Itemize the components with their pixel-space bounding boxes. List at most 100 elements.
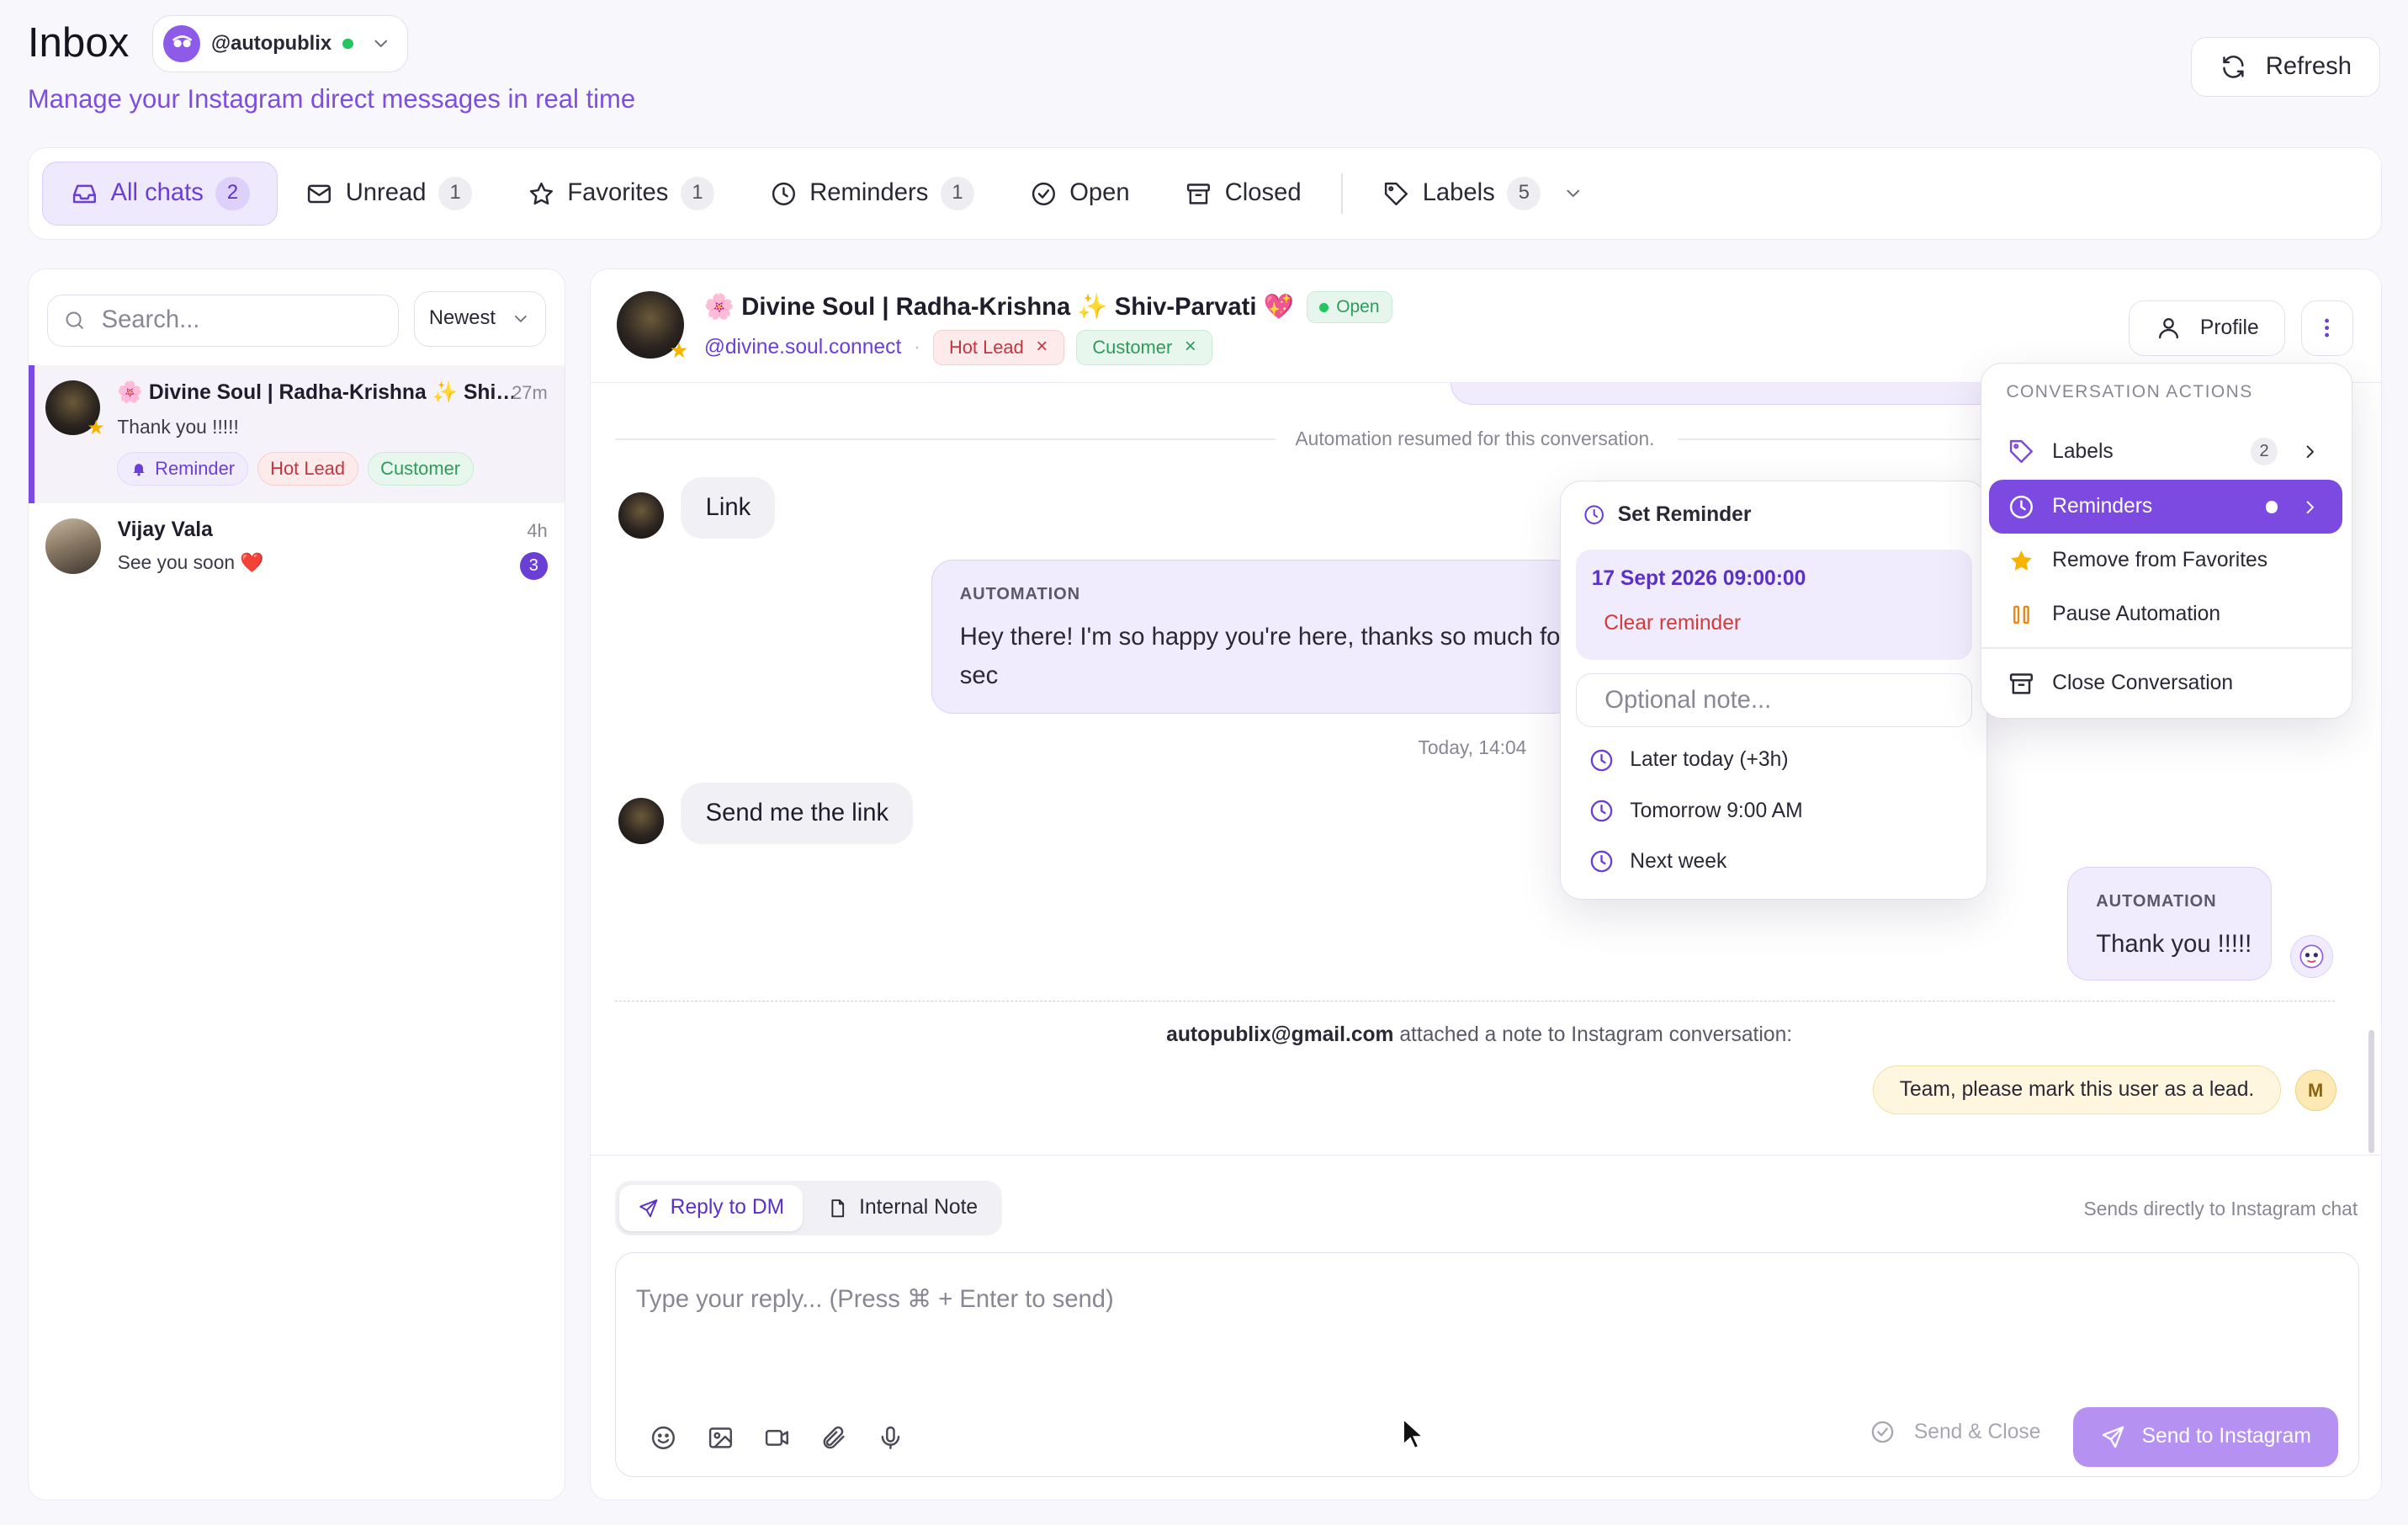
labels-count-badge: 2 [2250, 438, 2278, 466]
profile-button[interactable]: Profile [2129, 300, 2286, 356]
note-attribution: autopublix@gmail.com attached a note to … [1166, 1023, 1793, 1047]
previous-message-edge [1450, 383, 2065, 405]
menu-item-labels[interactable]: Labels 2 [1989, 425, 2342, 479]
conversation-preview: Thank you !!!!! [117, 415, 239, 438]
send-to-instagram-button[interactable]: Send to Instagram [2072, 1406, 2339, 1468]
avatar [45, 518, 101, 574]
composer-toolbar [650, 1424, 904, 1452]
filter-count: 1 [940, 176, 975, 210]
reminder-datetime: 17 Sept 2026 09:00:00 [1591, 567, 1806, 591]
clock-icon [1589, 798, 1615, 824]
clock-icon [1589, 747, 1615, 773]
contact-handle-row: @divine.soul.connect · Hot Lead × Custom… [704, 329, 1212, 365]
contact-name-row: 🌸 Divine Soul | Radha-Krishna ✨ Shiv-Par… [703, 290, 1393, 324]
filter-count: 2 [215, 176, 250, 210]
favorite-star-icon: ★ [669, 338, 689, 363]
search-input[interactable]: Search... [46, 294, 399, 347]
tab-internal-note[interactable]: Internal Note [809, 1185, 996, 1231]
chevron-right-icon [2299, 441, 2321, 463]
chevron-down-icon [1562, 183, 1584, 205]
online-status-dot [342, 38, 353, 50]
conversation-item-vijay-vala[interactable]: Vijay Vala See you soon ❤️ 4h 3 [29, 503, 565, 596]
remove-label-icon[interactable]: × [1036, 336, 1048, 359]
sort-select[interactable]: Newest [413, 290, 546, 347]
filter-label: Reminders [809, 179, 929, 207]
reply-textarea[interactable]: Type your reply... (Press ⌘ + Enter to s… [614, 1252, 2360, 1477]
account-switcher[interactable]: @autopublix [151, 15, 409, 72]
automation-text: Thank you !!!!! [2096, 931, 2252, 959]
menu-item-close-conversation[interactable]: Close Conversation [1989, 656, 2342, 710]
chevron-down-icon [511, 309, 531, 329]
note-author-avatar: M [2294, 1070, 2336, 1112]
reply-placeholder: Type your reply... (Press ⌘ + Enter to s… [635, 1285, 1114, 1313]
popover-header: Set Reminder [1583, 503, 1751, 527]
current-reminder: 17 Sept 2026 09:00:00 Clear reminder [1576, 549, 1973, 660]
check-circle-icon [1030, 180, 1058, 208]
mouse-cursor-icon [1402, 1417, 1426, 1451]
filter-label: Unread [345, 179, 427, 207]
filter-open[interactable]: Open [1002, 162, 1158, 226]
filter-closed[interactable]: Closed [1157, 162, 1329, 226]
conversation-time: 27m [512, 381, 548, 403]
contact-name: 🌸 Divine Soul | Radha-Krishna ✨ Shiv-Par… [703, 294, 1294, 321]
mail-icon [305, 180, 333, 208]
user-icon [2156, 315, 2182, 341]
search-icon [63, 309, 86, 332]
filter-unread[interactable]: Unread 1 [278, 162, 500, 226]
clock-icon [770, 180, 798, 208]
filter-label: Favorites [567, 179, 669, 207]
status-badge: Open [1306, 290, 1393, 324]
automation-label: AUTOMATION [959, 585, 1081, 604]
filter-divider [1341, 173, 1343, 214]
filter-reminders[interactable]: Reminders 1 [742, 162, 1002, 226]
automation-message: AUTOMATION Hey there! I'm so happy you'r… [931, 560, 1577, 714]
refresh-icon [2220, 53, 2247, 81]
paperclip-icon[interactable] [820, 1424, 848, 1452]
send-and-close-button[interactable]: Send & Close [1870, 1419, 2040, 1445]
microphone-icon[interactable] [877, 1424, 904, 1452]
conversation-item-divine-soul[interactable]: ★ 🌸 Divine Soul | Radha-Krishna ✨ Shiv..… [28, 364, 565, 503]
more-actions-button[interactable] [2300, 300, 2353, 356]
internal-note: Team, please mark this user as a lead. [1872, 1065, 2282, 1115]
reminder-option-next-week[interactable]: Next week [1589, 848, 1726, 874]
active-indicator-dot [2265, 501, 2278, 513]
contact-handle[interactable]: @divine.soul.connect [704, 336, 901, 359]
file-icon [827, 1198, 849, 1219]
account-handle: @autopublix [211, 32, 332, 55]
tag-icon [1382, 180, 1410, 208]
timestamp: Today, 14:04 [1418, 736, 1527, 759]
system-message: Automation resumed for this conversation… [1295, 428, 1655, 450]
filter-all-chats[interactable]: All chats 2 [42, 161, 278, 226]
clock-icon [1583, 503, 1605, 526]
label-hot-lead: Hot Lead × [932, 329, 1064, 365]
conversation-name: Vijay Vala [117, 518, 213, 542]
clear-reminder-button[interactable]: Clear reminder [1604, 612, 1741, 635]
contact-avatar[interactable]: ★ [616, 290, 689, 363]
emoji-icon[interactable] [650, 1424, 677, 1452]
image-icon[interactable] [707, 1424, 735, 1452]
remove-label-icon[interactable]: × [1185, 336, 1196, 359]
archive-icon [1185, 180, 1212, 208]
send-icon [638, 1198, 660, 1219]
tab-reply-to-dm[interactable]: Reply to DM [619, 1185, 804, 1231]
reminder-option-tomorrow[interactable]: Tomorrow 9:00 AM [1589, 798, 1803, 824]
filter-labels[interactable]: Labels 5 [1355, 162, 1611, 226]
reminder-note-input[interactable]: Optional note... [1576, 673, 1973, 728]
reminder-chip: Reminder [117, 451, 248, 486]
divider [1677, 438, 1985, 440]
composer-hint: Sends directly to Instagram chat [2083, 1197, 2358, 1219]
video-icon[interactable] [763, 1424, 791, 1452]
refresh-button[interactable]: Refresh [2191, 36, 2380, 97]
menu-item-reminders[interactable]: Reminders [1989, 480, 2343, 534]
automation-text: Hey there! I'm so happy you're here, tha… [959, 624, 1569, 651]
automation-text: sec [959, 662, 999, 689]
filter-favorites[interactable]: Favorites 1 [500, 162, 742, 226]
conversation-preview: See you soon ❤️ [117, 550, 264, 573]
incoming-message: Send me the link [681, 782, 914, 844]
menu-item-remove-favorites[interactable]: Remove from Favorites [1989, 534, 2342, 587]
reminder-option-later-today[interactable]: Later today (+3h) [1589, 747, 1789, 773]
menu-item-pause-automation[interactable]: Pause Automation [1989, 587, 2342, 641]
menu-divider [1981, 647, 2352, 650]
conversation-list-panel: Search... Newest ★ 🌸 Divine Soul | Radha… [27, 268, 565, 1501]
scrollbar-thumb[interactable] [2368, 1029, 2375, 1153]
